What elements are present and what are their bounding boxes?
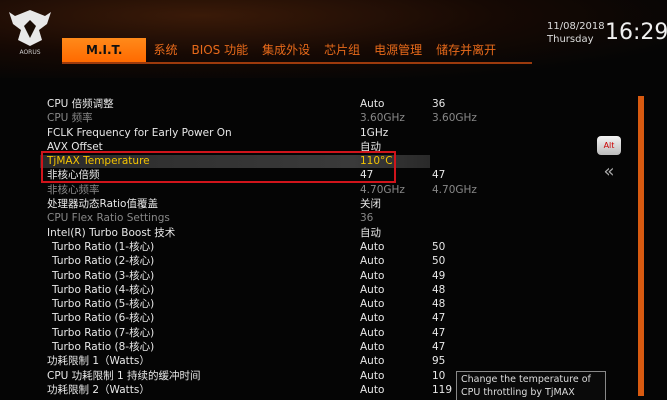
settings-list: CPU 倍频调整 Auto 36 CPU 频率 3.60GHz 3.60GHz FCLK F… <box>0 97 590 397</box>
setting-current-value: 47 <box>432 312 446 325</box>
setting-name: Turbo Ratio (6-核心) <box>52 312 155 325</box>
tab-mit[interactable]: M.I.T. <box>62 38 147 62</box>
setting-row[interactable]: Turbo Ratio (3-核心) Auto 49 <box>0 269 590 283</box>
date-display: 11/08/2018 Thursday <box>547 20 605 46</box>
setting-current-value: 36 <box>432 98 446 110</box>
setting-name: 功耗限制 2（Watts） <box>47 383 150 396</box>
setting-name: CPU 功耗限制 1 持续的缓冲时间 <box>47 369 201 382</box>
setting-name: 非核心频率 <box>47 183 100 196</box>
setting-current-value: 48 <box>432 283 446 296</box>
setting-value[interactable]: Auto <box>360 269 384 283</box>
setting-current-value: 3.60GHz <box>432 112 477 125</box>
setting-name: Turbo Ratio (2-核心) <box>52 255 155 268</box>
svg-text:AORUS: AORUS <box>19 49 40 56</box>
setting-row[interactable]: Turbo Ratio (2-核心) Auto 50 <box>0 254 590 268</box>
setting-current-value: 47 <box>432 341 446 354</box>
setting-current-value: 49 <box>432 269 446 282</box>
setting-value[interactable]: 4.70GHz <box>360 183 405 197</box>
setting-name: CPU Flex Ratio Settings <box>47 212 170 225</box>
setting-name: Turbo Ratio (4-核心) <box>52 283 155 296</box>
setting-row[interactable]: Turbo Ratio (5-核心) Auto 48 <box>0 297 590 311</box>
setting-row[interactable]: FCLK Frequency for Early Power On 1GHz <box>0 126 590 140</box>
bios-screen: AORUS M.I.T. 系统 BIOS 功能 集成外设 芯片组 电源管理 储存… <box>0 0 667 400</box>
setting-name: FCLK Frequency for Early Power On <box>47 126 232 139</box>
setting-current-value: 50 <box>432 240 446 253</box>
setting-row[interactable]: CPU Flex Ratio Settings 36 <box>0 211 590 225</box>
setting-value[interactable]: Auto <box>360 326 384 340</box>
tab-peripherals[interactable]: 集成外设 <box>255 38 317 62</box>
setting-row[interactable]: Intel(R) Turbo Boost 技术 自动 <box>0 226 590 240</box>
setting-row[interactable]: CPU 频率 3.60GHz 3.60GHz <box>0 111 590 125</box>
setting-value[interactable]: Auto <box>360 283 384 297</box>
setting-row[interactable]: 功耗限制 1（Watts） Auto 95 <box>0 354 590 368</box>
double-chevron-left-icon[interactable]: « <box>597 163 621 181</box>
setting-value[interactable]: Auto <box>360 340 384 354</box>
setting-value[interactable]: 1GHz <box>360 126 388 140</box>
setting-value[interactable]: Auto <box>360 254 384 268</box>
tab-system[interactable]: 系统 <box>146 38 184 62</box>
setting-row[interactable]: Turbo Ratio (4-核心) Auto 48 <box>0 283 590 297</box>
weekday: Thursday <box>547 34 594 45</box>
help-text: Change the temperature of CPU throttling… <box>461 374 591 398</box>
setting-current-value: 4.70GHz <box>432 183 477 196</box>
setting-current-value: 48 <box>432 298 446 311</box>
setting-value[interactable]: Auto <box>360 297 384 311</box>
date: 11/08/2018 <box>547 21 605 32</box>
setting-row[interactable]: Turbo Ratio (1-核心) Auto 50 <box>0 240 590 254</box>
setting-current-value: 47 <box>432 326 446 339</box>
setting-name: 处理器动态Ratio值覆盖 <box>47 198 158 211</box>
tab-power[interactable]: 电源管理 <box>367 38 429 62</box>
setting-name: 功耗限制 1（Watts） <box>47 355 150 368</box>
setting-row[interactable]: 处理器动态Ratio值覆盖 关闭 <box>0 197 590 211</box>
setting-current-value: 95 <box>432 355 446 368</box>
setting-name: Turbo Ratio (5-核心) <box>52 298 155 311</box>
setting-value[interactable]: Auto <box>360 369 384 383</box>
tab-save-exit[interactable]: 储存并离开 <box>429 38 503 62</box>
setting-name: Turbo Ratio (7-核心) <box>52 326 155 339</box>
setting-row[interactable]: Turbo Ratio (8-核心) Auto 47 <box>0 340 590 354</box>
alt-key-icon[interactable]: Alt <box>597 136 621 155</box>
setting-name: CPU 倍频调整 <box>47 98 114 110</box>
setting-value[interactable]: Auto <box>360 383 384 397</box>
setting-current-value: 10 <box>432 369 446 382</box>
setting-name: Intel(R) Turbo Boost 技术 <box>47 226 176 239</box>
setting-value[interactable]: 36 <box>360 211 373 225</box>
scrollbar-thumb[interactable] <box>638 96 644 396</box>
setting-row[interactable]: 非核心频率 4.70GHz 4.70GHz <box>0 183 590 197</box>
setting-current-value: 50 <box>432 255 446 268</box>
setting-name: Turbo Ratio (3-核心) <box>52 269 155 282</box>
clock: 16:29 <box>605 20 667 45</box>
setting-value[interactable]: Auto <box>360 240 384 254</box>
tab-bios-features[interactable]: BIOS 功能 <box>184 38 255 62</box>
setting-name: Turbo Ratio (8-核心) <box>52 341 155 354</box>
setting-value[interactable]: Auto <box>360 97 384 111</box>
selection-highlight-box <box>41 151 396 183</box>
setting-value[interactable]: 关闭 <box>360 197 381 211</box>
setting-value[interactable]: Auto <box>360 354 384 368</box>
setting-row[interactable]: Turbo Ratio (7-核心) Auto 47 <box>0 326 590 340</box>
setting-row[interactable]: Turbo Ratio (6-核心) Auto 47 <box>0 311 590 325</box>
setting-value[interactable]: 自动 <box>360 226 381 240</box>
setting-name: CPU 频率 <box>47 112 93 125</box>
aorus-logo: AORUS <box>9 10 51 56</box>
setting-value[interactable]: Auto <box>360 311 384 325</box>
tab-underline <box>62 62 532 64</box>
tab-chipset[interactable]: 芯片组 <box>317 38 367 62</box>
setting-current-value: 47 <box>432 169 446 182</box>
main-tabs: M.I.T. 系统 BIOS 功能 集成外设 芯片组 电源管理 储存并离开 <box>62 38 503 62</box>
setting-current-value: 119 <box>432 383 453 396</box>
setting-name: Turbo Ratio (1-核心) <box>52 240 155 253</box>
setting-value[interactable]: 3.60GHz <box>360 111 405 125</box>
help-panel: Change the temperature of CPU throttling… <box>456 371 606 400</box>
header: AORUS M.I.T. 系统 BIOS 功能 集成外设 芯片组 电源管理 储存… <box>0 0 667 78</box>
setting-row[interactable]: CPU 倍频调整 Auto 36 <box>0 97 590 111</box>
